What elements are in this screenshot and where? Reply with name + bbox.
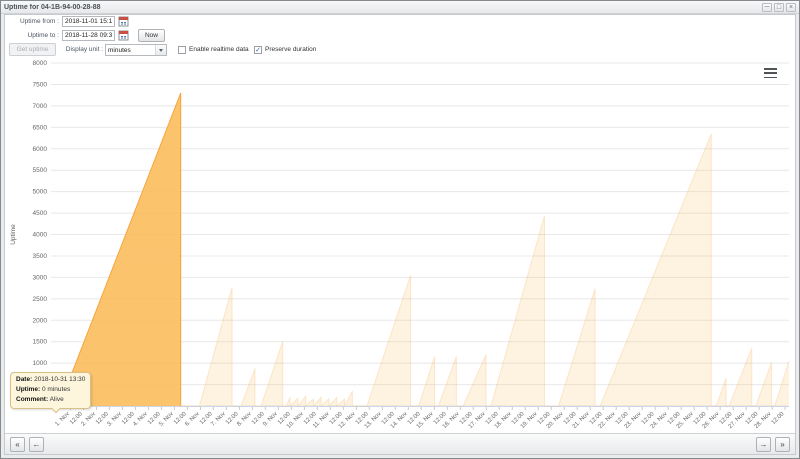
enable-realtime-label: Enable realtime data (189, 46, 249, 53)
pager-toolbar: « ← → » (5, 433, 795, 454)
y-tick-label: 1500 (33, 339, 48, 346)
y-tick-label: 7000 (33, 103, 48, 110)
x-tick-label: 12:00 (771, 411, 786, 426)
window-tools: ─ □ × (762, 2, 796, 12)
y-tick-label: 8000 (33, 60, 48, 67)
next-page-button[interactable]: → (756, 436, 771, 452)
window-title: Uptime for 04-1B-94-00-28-88 (4, 3, 101, 11)
display-unit-select[interactable]: minutes (105, 44, 167, 56)
x-tick-label: 8. Nov (236, 411, 253, 428)
y-tick-label: 7500 (33, 81, 48, 88)
x-tick-label: 5. Nov (158, 411, 175, 428)
y-tick-label: 2000 (33, 317, 48, 324)
uptime-from-input[interactable] (62, 16, 115, 27)
chart-tooltip: Date: 2018-10-31 13:30 Uptime: 0 minutes… (10, 372, 92, 413)
minimize-icon[interactable]: ─ (762, 2, 772, 12)
y-tick-label: 3500 (33, 253, 48, 260)
first-page-button[interactable]: « (10, 436, 25, 452)
uptime-to-label: Uptime to : (27, 32, 59, 39)
y-axis-title: Uptime (10, 224, 17, 245)
enable-realtime-checkbox-group: Enable realtime data (178, 44, 249, 55)
y-tick-label: 6000 (33, 146, 48, 153)
chevron-down-icon[interactable] (155, 45, 166, 55)
preserve-duration-checkbox-group: ✓ Preserve duration (254, 44, 316, 55)
y-tick-label: 4000 (33, 232, 48, 239)
y-tick-label: 4500 (33, 210, 48, 217)
x-tick-label: 7. Nov (210, 411, 227, 428)
x-tick-label: 2. Nov (80, 411, 97, 428)
y-tick-label: 5000 (33, 189, 48, 196)
display-unit-label: Display unit : (65, 46, 103, 53)
window-titlebar[interactable]: Uptime for 04-1B-94-00-28-88 ─ □ × (1, 1, 799, 14)
uptime-chart[interactable]: 0500100015002000250030003500400045005000… (5, 59, 795, 433)
tooltip-date-row: Date: 2018-10-31 13:30 (16, 376, 86, 383)
tooltip-comment-row: Comment: Alive (16, 396, 64, 404)
tooltip-uptime-row: Uptime: 0 minutes (16, 386, 71, 394)
x-tick-label: 6. Nov (184, 411, 201, 428)
hamburger-menu-icon[interactable] (763, 67, 778, 79)
x-tick-label: 1. Nov (54, 411, 71, 428)
uptime-chart-area: 0500100015002000250030003500400045005000… (5, 59, 795, 433)
x-tick-label: 9. Nov (262, 411, 279, 428)
y-tick-label: 1000 (33, 360, 48, 367)
close-icon[interactable]: × (786, 2, 796, 12)
uptime-segments-faded[interactable] (180, 133, 789, 406)
uptime-to-input[interactable] (62, 30, 115, 41)
preserve-duration-label: Preserve duration (265, 46, 317, 53)
display-unit-value: minutes (108, 46, 131, 54)
y-tick-label: 2500 (33, 296, 48, 303)
x-tick-label: 3. Nov (106, 411, 123, 428)
calendar-icon[interactable] (118, 16, 129, 27)
prev-page-button[interactable]: ← (29, 436, 44, 452)
preserve-duration-checkbox[interactable]: ✓ (254, 45, 262, 54)
get-uptime-button[interactable]: Get uptime (9, 43, 56, 56)
y-tick-label: 3000 (33, 274, 48, 281)
window-body: Uptime from : Uptime to : (4, 14, 796, 455)
uptime-window: Uptime for 04-1B-94-00-28-88 ─ □ × Uptim… (0, 0, 800, 459)
y-tick-label: 5500 (33, 167, 48, 174)
maximize-icon[interactable]: □ (774, 2, 784, 12)
x-tick-label: 4. Nov (132, 411, 149, 428)
uptime-form: Uptime from : Uptime to : (5, 15, 795, 59)
enable-realtime-checkbox[interactable] (178, 45, 186, 54)
now-button[interactable]: Now (138, 29, 165, 42)
last-page-button[interactable]: » (775, 436, 790, 452)
uptime-from-label: Uptime from : (19, 18, 59, 25)
y-tick-label: 6500 (33, 124, 48, 131)
calendar-icon[interactable] (118, 30, 129, 41)
